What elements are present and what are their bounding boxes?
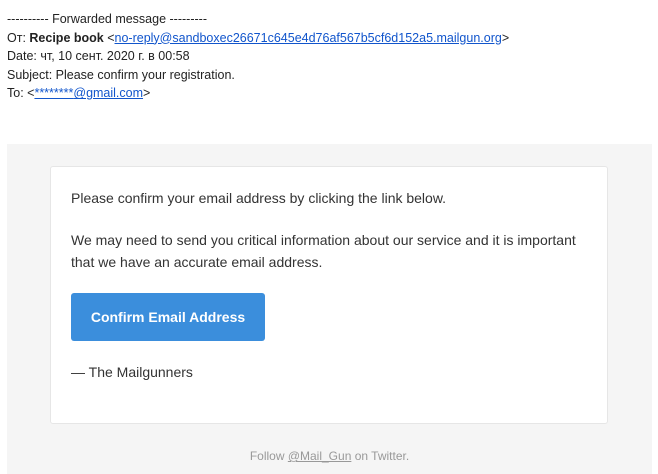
from-label: От: — [7, 30, 30, 45]
signature: — The Mailgunners — [71, 364, 193, 380]
confirm-instruction: Please confirm your email address by cli… — [71, 190, 447, 206]
footer: Follow @Mail_Gun on Twitter. — [7, 449, 652, 463]
confirm-email-button[interactable]: Confirm Email Address — [71, 293, 265, 341]
email-card: Please confirm your email address by cli… — [50, 166, 608, 424]
recipient-email-link[interactable]: ********@gmail.com — [34, 86, 143, 100]
date-line: Date: чт, 10 сент. 2020 г. в 00:58 — [7, 49, 190, 64]
email-body-background: Please confirm your email address by cli… — [7, 144, 652, 474]
forwarded-separator: ---------- Forwarded message --------- — [7, 12, 207, 26]
sender-name: Recipe book — [29, 30, 104, 45]
sender-email-link[interactable]: no-reply@sandboxec26671c645e4d76af567b5c… — [115, 31, 502, 45]
forwarded-header: ---------- Forwarded message --------- О… — [7, 10, 509, 103]
to-line: To: <********@gmail.com> — [7, 84, 509, 103]
subject-line: Subject: Please confirm your registratio… — [7, 67, 235, 82]
to-label: To: < — [7, 86, 35, 101]
footer-suffix: on Twitter. — [351, 449, 410, 463]
twitter-link[interactable]: @Mail_Gun — [288, 449, 352, 463]
recipient-domain: @gmail.com — [73, 86, 144, 101]
footer-prefix: Follow — [249, 449, 288, 463]
to-close-bracket: > — [143, 86, 151, 101]
from-close-bracket: > — [501, 30, 510, 45]
importance-note: We may need to send you critical informa… — [71, 232, 576, 270]
from-open-bracket: < — [103, 30, 115, 45]
recipient-masked: ******** — [34, 86, 74, 101]
from-line: От: Recipe book <no-reply@sandboxec26671… — [7, 29, 509, 48]
